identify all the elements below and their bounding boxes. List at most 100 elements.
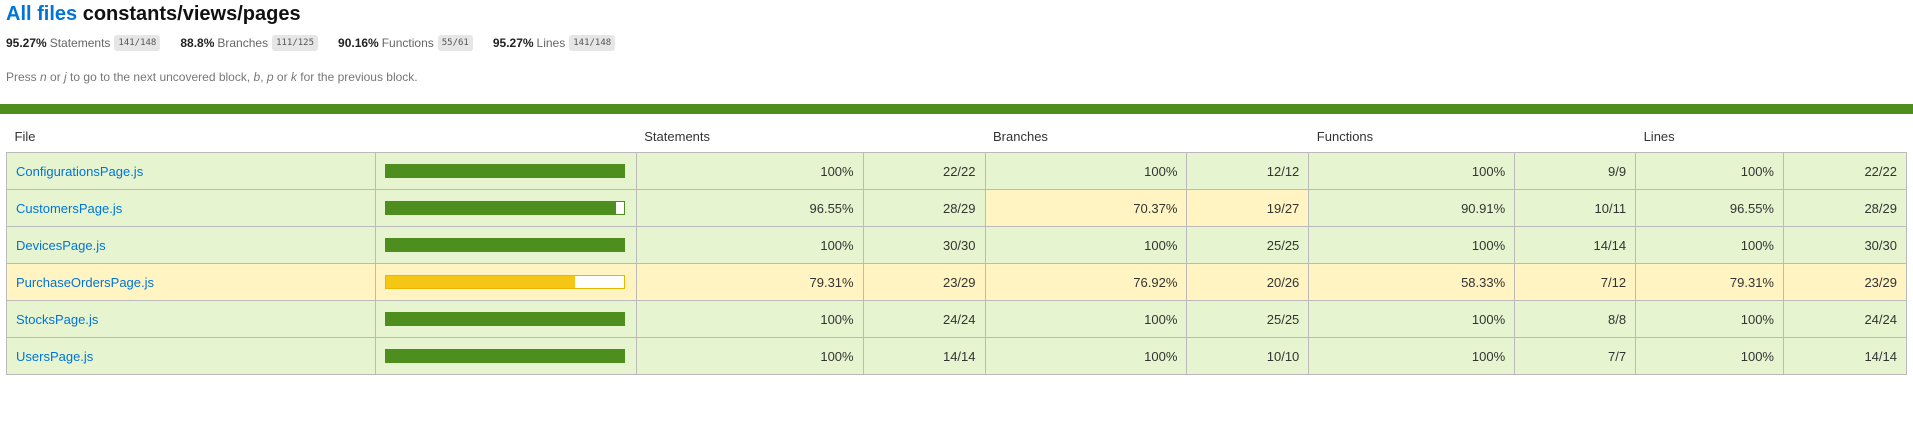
summary-pct: 95.27% — [492, 36, 534, 50]
hint-text: or — [46, 70, 65, 84]
lines-fraction: 14/14 — [1782, 337, 1908, 375]
file-cell: UsersPage.js — [6, 337, 376, 375]
coverage-bar — [384, 275, 625, 289]
col-header-bar[interactable] — [375, 120, 636, 153]
file-cell: StocksPage.js — [6, 300, 376, 338]
branches-pct: 70.37% — [984, 189, 1188, 227]
functions-pct: 100% — [1308, 337, 1516, 375]
summary-fraction: 141/148 — [114, 35, 161, 51]
functions-pct: 100% — [1308, 300, 1516, 338]
statements-pct: 100% — [635, 152, 864, 190]
branches-pct: 100% — [984, 226, 1188, 264]
coverage-bar-cell — [374, 152, 637, 190]
coverage-bar-cell — [374, 189, 637, 227]
summary-pct: 88.8% — [180, 36, 215, 50]
col-header-branches[interactable]: Branches — [985, 120, 1309, 153]
keyboard-hint: Press n or j to go to the next uncovered… — [6, 70, 1907, 84]
summary-fraction: 55/61 — [437, 35, 473, 51]
col-header-file[interactable]: File — [7, 120, 376, 153]
current-path: constants/views/pages — [82, 3, 301, 25]
branches-fraction: 19/27 — [1186, 189, 1310, 227]
lines-fraction: 28/29 — [1782, 189, 1908, 227]
statements-pct: 100% — [635, 226, 864, 264]
coverage-bar — [384, 201, 625, 215]
functions-fraction: 8/8 — [1514, 300, 1637, 338]
table-row: CustomersPage.js 96.55% 28/29 70.37% 19/27 90… — [6, 189, 1908, 227]
lines-pct: 96.55% — [1635, 189, 1784, 227]
file-cell: PurchaseOrdersPage.js — [6, 263, 376, 301]
coverage-bar — [384, 349, 625, 363]
hint-key: p — [266, 70, 274, 84]
functions-pct: 90.91% — [1308, 189, 1516, 227]
branches-pct: 100% — [984, 152, 1188, 190]
col-header-lines[interactable]: Lines — [1636, 120, 1907, 153]
functions-fraction: 7/7 — [1514, 337, 1637, 375]
functions-fraction: 7/12 — [1514, 263, 1637, 301]
lines-fraction: 30/30 — [1782, 226, 1908, 264]
table-row: UsersPage.js 100% 14/14 100% 10/10 100% 7/7 100… — [6, 337, 1908, 375]
branches-fraction: 25/25 — [1186, 300, 1310, 338]
branches-fraction: 10/10 — [1186, 337, 1310, 375]
hint-text: or — [273, 70, 291, 84]
statements-fraction: 22/22 — [862, 152, 986, 190]
table-row: PurchaseOrdersPage.js 79.31% 23/29 76.92% 20… — [6, 263, 1908, 301]
coverage-bar-cell — [374, 337, 637, 375]
file-link[interactable]: CustomersPage.js — [16, 201, 122, 216]
coverage-bar-fill — [385, 276, 575, 288]
summary-pct: 95.27% — [6, 36, 47, 50]
file-link[interactable]: PurchaseOrdersPage.js — [16, 275, 154, 290]
coverage-bar — [384, 238, 625, 252]
summary-fraction: 111/125 — [272, 35, 319, 51]
hint-text: to go to the next uncovered block, — [66, 70, 254, 84]
col-header-statements[interactable]: Statements — [636, 120, 985, 153]
summary-statements: 95.27% Statements 141/148 — [6, 35, 161, 51]
summary-label: Branches — [217, 36, 269, 50]
file-link[interactable]: StocksPage.js — [16, 312, 98, 327]
branches-pct: 76.92% — [984, 263, 1188, 301]
lines-fraction: 22/22 — [1782, 152, 1908, 190]
col-header-functions[interactable]: Functions — [1309, 120, 1636, 153]
file-link[interactable]: ConfigurationsPage.js — [16, 164, 143, 179]
file-cell: ConfigurationsPage.js — [6, 152, 376, 190]
branches-fraction: 25/25 — [1186, 226, 1310, 264]
file-link[interactable]: UsersPage.js — [16, 349, 93, 364]
branches-fraction: 12/12 — [1186, 152, 1310, 190]
functions-pct: 100% — [1308, 152, 1516, 190]
coverage-summary: 95.27% Statements 141/148 88.8% Branches… — [6, 33, 1907, 53]
file-link[interactable]: DevicesPage.js — [16, 238, 106, 253]
summary-branches: 88.8% Branches 111/125 — [180, 35, 319, 51]
coverage-bar-cell — [374, 300, 637, 338]
lines-pct: 100% — [1635, 226, 1784, 264]
lines-fraction: 24/24 — [1782, 300, 1908, 338]
summary-label: Lines — [536, 36, 566, 50]
statements-fraction: 28/29 — [862, 189, 986, 227]
table-row: DevicesPage.js 100% 30/30 100% 25/25 100% 14/1… — [6, 226, 1908, 264]
hint-text: , — [260, 70, 267, 84]
statements-pct: 100% — [635, 337, 864, 375]
file-cell: DevicesPage.js — [6, 226, 376, 264]
table-row: StocksPage.js 100% 24/24 100% 25/25 100% 8/8 10… — [6, 300, 1908, 338]
statements-fraction: 23/29 — [862, 263, 986, 301]
table-row: ConfigurationsPage.js 100% 22/22 100% 12/12 1… — [6, 152, 1908, 190]
summary-label: Statements — [49, 36, 111, 50]
summary-label: Functions — [381, 36, 434, 50]
hint-key: n — [40, 70, 47, 84]
lines-pct: 100% — [1635, 337, 1784, 375]
coverage-bar-fill — [385, 239, 624, 251]
page-title: All files constants/views/pages — [6, 0, 1907, 27]
coverage-bar-fill — [385, 313, 624, 325]
hint-text: for the previous block. — [296, 70, 418, 84]
functions-fraction: 10/11 — [1514, 189, 1637, 227]
file-cell: CustomersPage.js — [6, 189, 376, 227]
statements-pct: 96.55% — [635, 189, 864, 227]
coverage-bar — [384, 312, 625, 326]
statements-fraction: 14/14 — [862, 337, 986, 375]
branches-pct: 100% — [984, 300, 1188, 338]
summary-functions: 90.16% Functions 55/61 — [338, 35, 473, 51]
hint-text: Press — [6, 70, 41, 84]
functions-pct: 100% — [1308, 226, 1516, 264]
summary-fraction: 141/148 — [569, 35, 616, 51]
functions-fraction: 9/9 — [1514, 152, 1637, 190]
functions-pct: 58.33% — [1308, 263, 1516, 301]
all-files-link[interactable]: All files — [6, 3, 77, 25]
